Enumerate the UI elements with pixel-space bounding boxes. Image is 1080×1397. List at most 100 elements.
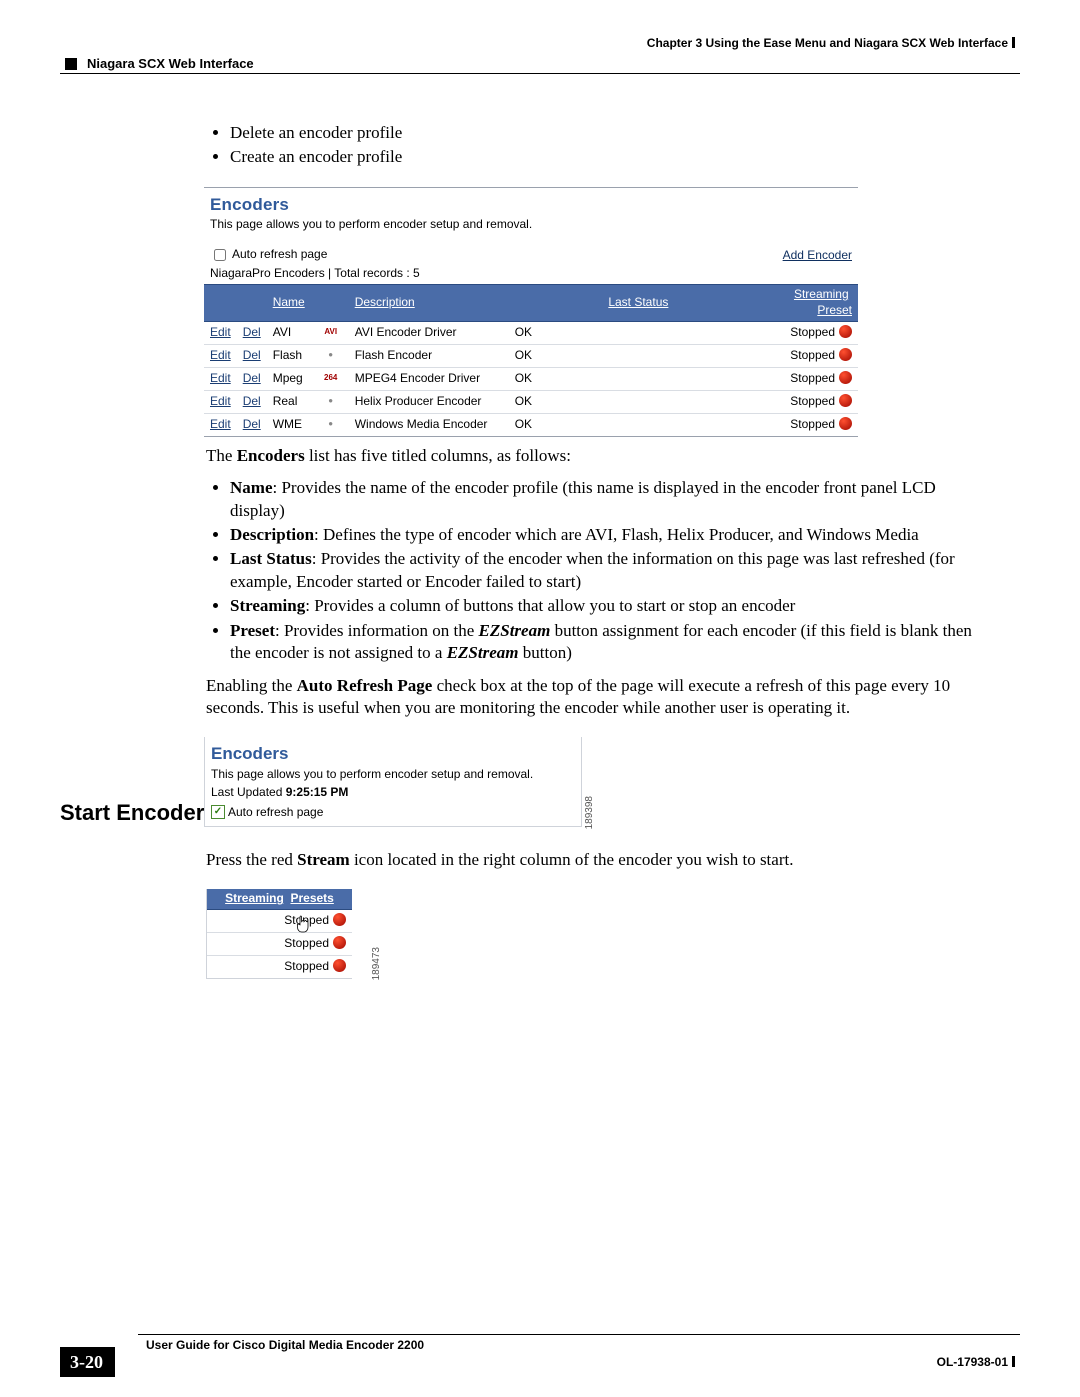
del-link[interactable]: Del [243,348,261,362]
cell-description: Windows Media Encoder [349,413,509,436]
stream-state: Stopped [790,394,835,408]
cell-description: MPEG4 Encoder Driver [349,367,509,390]
edit-link[interactable]: Edit [210,325,231,339]
panel-subtitle: This page allows you to perform encoder … [205,766,581,785]
section-heading-start-encoder: Start Encoder [60,800,204,826]
stream-state: Stopped [284,959,329,973]
stream-stop-icon[interactable] [333,913,346,926]
auto-refresh-label: Auto refresh page [228,805,323,821]
panel-title: Encoders [205,737,581,765]
encoders-refresh-screenshot: Encoders This page allows you to perform… [204,737,582,827]
col-name[interactable]: Name [273,295,305,309]
encoder-type-icon: ● [313,413,349,436]
figure-id: 189473 [370,947,383,980]
table-row: EditDelAVIAVIAVI Encoder DriverOKStopped [204,321,858,344]
cell-name: Flash [267,344,313,367]
encoder-type-icon: 264 [313,367,349,390]
cell-status: OK [509,413,768,436]
stream-state: Stopped [790,325,835,339]
encoder-type-icon: AVI [313,321,349,344]
table-row: Edit Del Mpeg264MPEG4 Encoder DriverOK Stop… [204,367,858,390]
stream-stop-icon[interactable] [839,371,852,384]
column-definitions: Name: Provides the name of the encoder p… [206,477,984,665]
list-item: Streaming: Provides a column of buttons … [230,595,984,617]
col-streaming[interactable]: Streaming [225,891,284,905]
stream-stop-icon[interactable] [839,394,852,407]
del-link[interactable]: Del [243,394,261,408]
add-encoder-link[interactable]: Add Encoder [783,248,852,264]
running-header-left: Niagara SCX Web Interface [65,56,254,71]
panel-subtitle: This page allows you to perform encoder … [204,216,858,236]
record-count: NiagaraPro Encoders | Total records : 5 [204,266,858,284]
col-preset[interactable]: Preset [817,303,852,317]
stream-stop-icon[interactable] [839,348,852,361]
del-link[interactable]: Del [243,417,261,431]
table-row: Stopped [207,933,352,956]
intro-bullet-list: Delete an encoder profile Create an enco… [206,122,984,169]
encoder-type-icon: ● [313,390,349,413]
list-item: Create an encoder profile [230,146,984,168]
cell-name: Real [267,390,313,413]
edit-link[interactable]: Edit [210,394,231,408]
auto-refresh-checkbox-checked[interactable]: ✓ [211,805,225,819]
header-rule [60,73,1020,74]
stream-state: Stopped [284,913,329,927]
table-row: Stopped [207,910,352,933]
auto-refresh-label: Auto refresh page [232,247,327,263]
del-link[interactable]: Del [243,371,261,385]
body-column-2: Press the red Stream icon located in the… [206,843,984,979]
cell-status: OK [509,321,768,344]
cell-status: OK [509,367,768,390]
col-last-status[interactable]: Last Status [608,295,668,309]
stream-state: Stopped [790,348,835,362]
cell-name: WME [267,413,313,436]
panel-title: Encoders [204,188,858,216]
edit-link[interactable]: Edit [210,417,231,431]
cell-status: OK [509,344,768,367]
stream-state: Stopped [790,371,835,385]
running-header-right: Chapter 3 Using the Ease Menu and Niagar… [647,36,1015,50]
encoder-type-icon: ● [313,344,349,367]
footer-book-title: User Guide for Cisco Digital Media Encod… [146,1338,424,1352]
stream-stop-icon[interactable] [333,959,346,972]
start-encoder-paragraph: Press the red Stream icon located in the… [206,849,984,871]
cell-description: Helix Producer Encoder [349,390,509,413]
encoders-screenshot: Encoders This page allows you to perform… [204,187,858,437]
list-item: Name: Provides the name of the encoder p… [230,477,984,522]
cell-description: AVI Encoder Driver [349,321,509,344]
page-number-badge: 3-20 [60,1347,115,1377]
stream-stop-icon[interactable] [839,417,852,430]
auto-refresh-checkbox[interactable] [214,249,226,261]
figure-id: 189398 [583,796,596,829]
cell-description: Flash Encoder [349,344,509,367]
col-streaming[interactable]: Streaming [794,287,849,301]
body-column: Delete an encoder profile Create an enco… [206,120,984,827]
list-item: Description: Defines the type of encoder… [230,524,984,546]
auto-refresh-paragraph: Enabling the Auto Refresh Page check box… [206,675,984,720]
footer-rule [138,1334,1020,1335]
stream-state: Stopped [790,417,835,431]
columns-intro: The Encoders list has five titled column… [206,445,984,467]
stream-stop-icon[interactable] [333,936,346,949]
stream-state: Stopped [284,936,329,950]
col-presets[interactable]: Presets [290,891,333,905]
encoders-table: Name Description Last Status Streaming P… [204,284,858,436]
stream-stop-icon[interactable] [839,325,852,338]
table-row: Edit Del Real●Helix Producer EncoderOK Stop… [204,390,858,413]
footer-ol-number: OL-17938-01 [937,1355,1015,1369]
cell-status: OK [509,390,768,413]
list-item: Preset: Provides information on the EZSt… [230,620,984,665]
square-bullet-icon [65,58,77,70]
table-row: Edit Del WME●Windows Media EncoderOK Stoppe… [204,413,858,436]
streaming-column-screenshot: Streaming Presets Stopped Stopped Stopped [206,889,352,978]
edit-link[interactable]: Edit [210,371,231,385]
col-description[interactable]: Description [355,295,415,309]
cell-name: Mpeg [267,367,313,390]
cell-name: AVI [267,321,313,344]
del-link[interactable]: Del [243,325,261,339]
table-row: Stopped [207,955,352,977]
list-item: Delete an encoder profile [230,122,984,144]
list-item: Last Status: Provides the activity of th… [230,548,984,593]
last-updated: Last Updated 9:25:15 PM [205,785,581,805]
edit-link[interactable]: Edit [210,348,231,362]
